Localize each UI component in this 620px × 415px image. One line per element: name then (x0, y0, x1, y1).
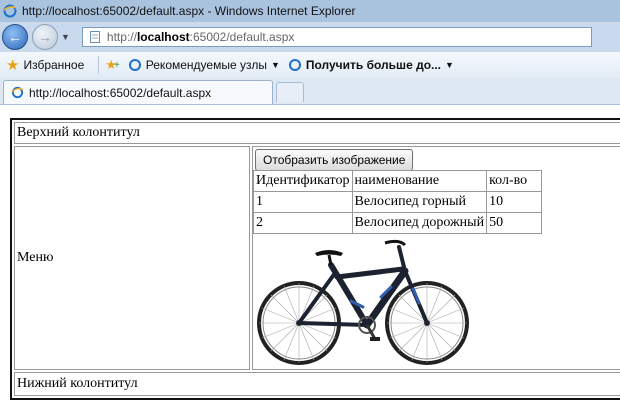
address-prefix: http:// (106, 30, 137, 44)
address-rest: :65002/default.aspx (189, 30, 295, 44)
bicycle-image (257, 239, 469, 365)
ie-small-icon (128, 59, 141, 71)
ie-icon (3, 4, 17, 18)
products-table: Идентификатор наименование кол-во 1 Вело… (253, 170, 543, 234)
menu-label: Меню (17, 250, 54, 265)
layout-table: Верхний колонтитул Меню Отобразить изобр… (10, 118, 620, 400)
table-cell: 1 (253, 191, 353, 213)
show-image-button[interactable]: Отобразить изображение (255, 149, 414, 171)
table-cell: 10 (486, 191, 543, 213)
page-content: Верхний колонтитул Меню Отобразить изобр… (0, 105, 620, 415)
ie-small-icon (288, 59, 301, 71)
seat-post (327, 254, 333, 266)
star-icon: ★ (6, 57, 20, 74)
table-cell: 2 (253, 212, 353, 234)
page-icon (89, 31, 100, 43)
window-title: http://localhost:65002/default.aspx - Wi… (22, 4, 356, 18)
table-cell: 50 (486, 212, 543, 234)
navigation-bar: ← → ▼ http://localhost:65002/default.asp… (0, 22, 620, 52)
table-header-row: Идентификатор наименование кол-во (253, 170, 543, 192)
address-host: localhost (136, 30, 190, 44)
column-header: кол-во (486, 170, 543, 192)
tab-strip: http://localhost:65002/default.aspx (0, 78, 620, 105)
window-titlebar: http://localhost:65002/default.aspx - Wi… (0, 0, 620, 22)
chevron-down-icon: ▼ (445, 60, 454, 70)
page-footer: Нижний колонтитул (14, 372, 620, 396)
page-header: Верхний колонтитул (14, 122, 620, 144)
ie-icon (11, 86, 24, 99)
pedal (370, 337, 380, 341)
forward-button[interactable]: → (32, 24, 58, 50)
chevron-down-icon: ▼ (270, 60, 280, 70)
add-plus-icon: + (113, 59, 120, 71)
column-header: наименование (351, 170, 488, 192)
favorites-bar: ★ Избранное ★ + Рекомендуемые узлы ▼ Полу… (0, 52, 620, 79)
back-button[interactable]: ← (2, 24, 28, 50)
favorites-label: Избранное (23, 58, 85, 72)
table-cell: Велосипед дорожный (351, 212, 488, 234)
get-more-addons-button[interactable]: Получить больше до... ▼ (288, 58, 454, 72)
tab-default[interactable]: http://localhost:65002/default.aspx (3, 80, 273, 104)
suggested-sites-label: Рекомендуемые узлы (145, 58, 267, 72)
table-row: 1 Велосипед горный 10 (253, 191, 543, 213)
menu-cell: Меню (14, 146, 250, 370)
get-more-label: Получить больше до... (305, 58, 442, 72)
add-favorite-button[interactable]: ★ + (105, 57, 120, 73)
column-header: Идентификатор (253, 170, 353, 192)
history-dropdown-icon[interactable]: ▼ (61, 32, 70, 42)
back-arrow-icon: ← (8, 29, 22, 45)
handlebar (384, 239, 407, 247)
table-cell: Велосипед горный (351, 191, 488, 213)
forward-arrow-icon: → (38, 29, 52, 45)
address-bar[interactable]: http://localhost:65002/default.aspx (81, 27, 592, 47)
divider (98, 56, 100, 74)
suggested-sites-button[interactable]: Рекомендуемые узлы ▼ (128, 58, 280, 72)
main-cell: Отобразить изображение Идентификатор наи… (252, 146, 620, 370)
table-row: 2 Велосипед дорожный 50 (253, 212, 543, 234)
favorites-button[interactable]: ★ Избранное (6, 56, 84, 74)
tab-label: http://localhost:65002/default.aspx (29, 85, 212, 100)
new-tab-icon[interactable] (276, 82, 304, 102)
